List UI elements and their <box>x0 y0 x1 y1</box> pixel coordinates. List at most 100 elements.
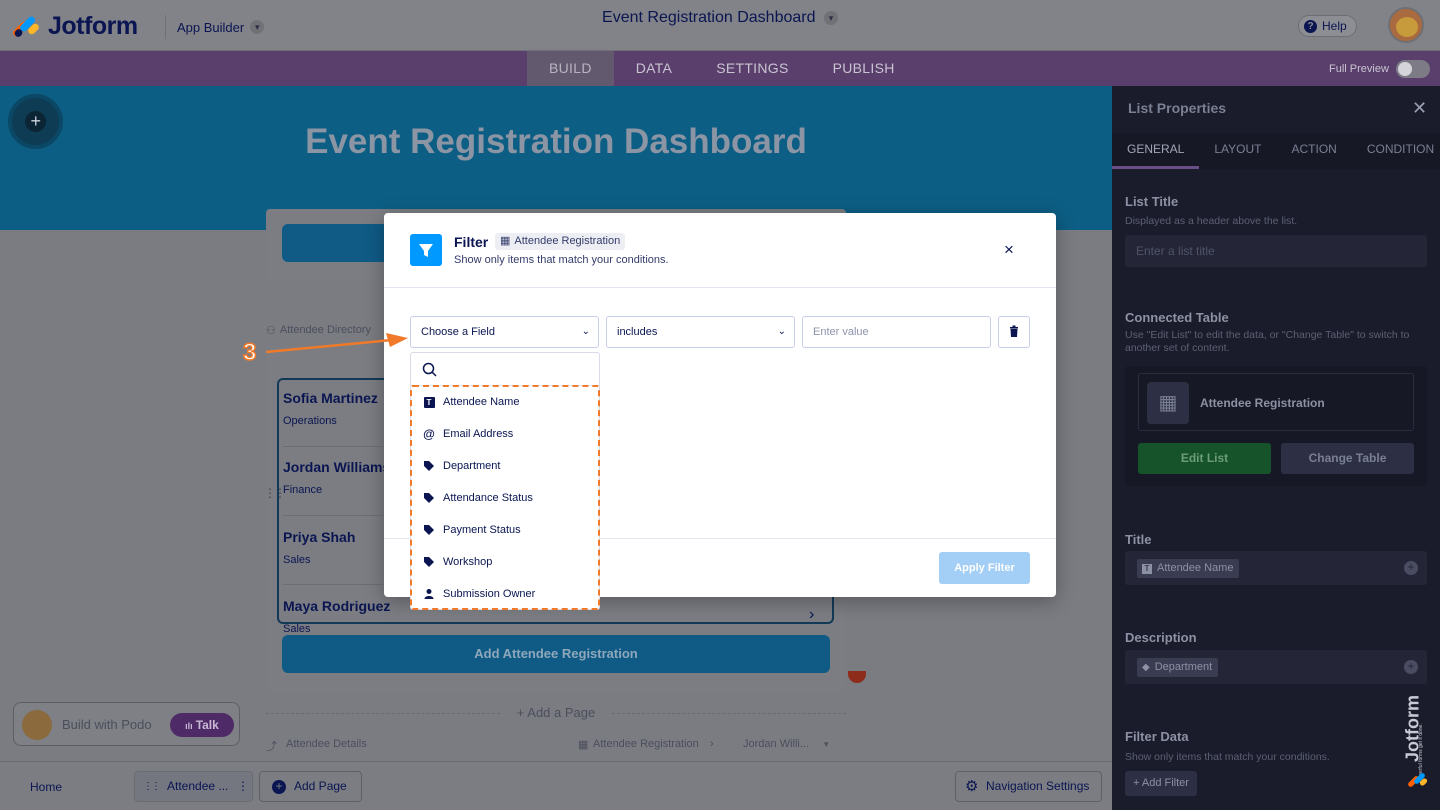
list-item-name: Maya Rodriguez <box>283 598 391 614</box>
panel-tabs: GENERAL LAYOUT ACTION CONDITION <box>1112 133 1440 169</box>
apply-filter-button[interactable]: Apply Filter <box>939 552 1030 584</box>
option-department[interactable]: Department <box>423 456 500 476</box>
page-attendee-label: Attendee ... <box>167 779 229 793</box>
list-item[interactable]: Jordan Williams Finance <box>283 459 393 496</box>
navigation-settings-button[interactable]: ⚙ Navigation Settings <box>955 771 1102 802</box>
field-dropdown: T Attendee Name @ Email Address Departme… <box>410 352 600 610</box>
list-item[interactable]: Maya Rodriguez Sales <box>283 598 393 635</box>
filter-data-heading: Filter Data <box>1125 729 1189 744</box>
list-item[interactable]: Sofia Martinez Operations <box>283 390 393 427</box>
option-email-address[interactable]: @ Email Address <box>423 424 513 444</box>
add-a-page-link[interactable]: + Add a Page <box>266 705 846 720</box>
talk-label: Talk <box>195 718 219 732</box>
close-icon[interactable]: ✕ <box>1412 98 1427 119</box>
drag-handle-icon[interactable]: ⋮⋮ <box>264 486 286 500</box>
dialog-title: Filter <box>454 234 489 250</box>
chevron-down-icon: ⌄ <box>581 326 590 337</box>
filter-icon <box>410 234 442 266</box>
dropdown-search-input[interactable] <box>411 353 599 386</box>
filter-data-desc: Show only items that match your conditio… <box>1125 751 1330 763</box>
title-field[interactable]: T Attendee Name + <box>1125 551 1427 585</box>
list-divider <box>283 584 383 585</box>
value-input[interactable]: Enter value <box>802 316 991 348</box>
list-item-name: Jordan Williams <box>283 459 391 475</box>
step-number: 3 <box>242 338 257 367</box>
description-tag-label: Department <box>1154 661 1213 673</box>
add-filter-button[interactable]: + Add Filter <box>1125 771 1197 796</box>
list-properties-panel: List Properties ✕ GENERAL LAYOUT ACTION … <box>1112 86 1440 810</box>
help-button[interactable]: ? Help <box>1298 15 1357 37</box>
dialog-divider <box>384 287 1056 288</box>
add-field-icon[interactable]: + <box>1404 660 1418 674</box>
add-page-label: Add Page <box>294 779 347 793</box>
tab-settings[interactable]: SETTINGS <box>694 51 810 86</box>
tab-action[interactable]: ACTION <box>1276 133 1351 169</box>
option-workshop[interactable]: Workshop <box>423 552 492 572</box>
navigation-settings-label: Navigation Settings <box>986 779 1090 793</box>
add-element-button[interactable]: + <box>8 94 63 149</box>
page-bar: Home ⋮⋮ Attendee ... ⋮ + Add Page ⚙ Navi… <box>0 761 1112 810</box>
plus-icon: + <box>25 111 46 132</box>
field-select[interactable]: Choose a Field ⌄ <box>410 316 599 348</box>
builder-nav-bar: BUILD DATA SETTINGS PUBLISH Full Preview <box>0 51 1440 86</box>
list-title-input[interactable]: Enter a list title <box>1125 235 1427 267</box>
option-payment-status[interactable]: Payment Status <box>423 520 521 540</box>
top-bar: Jotform App Builder ▾ Event Registration… <box>0 0 1440 51</box>
connected-table-box: ▦ Attendee Registration Edit List Change… <box>1125 366 1427 486</box>
connected-table-card: ▦ Attendee Registration <box>1138 373 1414 431</box>
builder-tabs: BUILD DATA SETTINGS PUBLISH <box>527 51 917 86</box>
app-title-text: Event Registration Dashboard <box>602 9 816 26</box>
connected-table-heading: Connected Table <box>1125 310 1229 325</box>
chevron-down-icon[interactable]: ▾ <box>824 739 829 750</box>
table-icon: ▦ <box>500 235 511 247</box>
table-badge-label: Attendee Registration <box>514 235 621 247</box>
option-attendance-status[interactable]: Attendance Status <box>423 488 533 508</box>
podo-assistant[interactable]: Build with Podo ılı Talk <box>13 702 240 746</box>
element-badge-icon <box>848 671 866 683</box>
tab-build[interactable]: BUILD <box>527 51 614 86</box>
tab-condition[interactable]: CONDITION <box>1352 133 1440 169</box>
change-table-button[interactable]: Change Table <box>1281 443 1414 474</box>
description-tag[interactable]: ◆ Department <box>1137 658 1219 677</box>
edit-list-button[interactable]: Edit List <box>1138 443 1271 474</box>
user-avatar[interactable] <box>1388 7 1424 43</box>
list-item-name: Sofia Martinez <box>283 390 378 406</box>
panel-title: List Properties <box>1128 100 1227 116</box>
avatar-face-icon <box>1396 17 1418 37</box>
page-home[interactable]: Home <box>30 780 62 794</box>
talk-button[interactable]: ılı Talk <box>170 713 234 737</box>
option-attendee-name[interactable]: T Attendee Name <box>423 392 519 412</box>
list-item-department: Operations <box>283 415 337 427</box>
add-field-icon[interactable]: + <box>1404 561 1418 575</box>
list-divider <box>283 515 383 516</box>
option-label: Department <box>443 460 501 472</box>
more-icon[interactable]: ⋮ <box>237 772 249 801</box>
list-item[interactable]: Priya Shah Sales <box>283 529 393 566</box>
full-preview-toggle[interactable] <box>1396 60 1430 78</box>
list-item-name: Priya Shah <box>283 529 356 545</box>
tab-data[interactable]: DATA <box>614 51 694 86</box>
option-submission-owner[interactable]: Submission Owner <box>423 584 535 604</box>
table-icon: ▦ <box>578 739 589 751</box>
operator-select[interactable]: includes ⌄ <box>606 316 795 348</box>
app-title[interactable]: Event Registration Dashboard ▾ <box>0 9 1440 27</box>
close-icon[interactable]: × <box>1004 239 1014 261</box>
audio-icon: ılı <box>185 721 193 731</box>
list-item-department: Finance <box>283 484 323 496</box>
tab-general[interactable]: GENERAL <box>1112 133 1200 169</box>
chevron-down-icon: ▾ <box>823 10 838 25</box>
list-title-heading: List Title <box>1125 194 1179 209</box>
search-icon <box>422 362 437 377</box>
table-icon: ▦ <box>1147 382 1189 424</box>
gear-icon: ⚙ <box>965 778 979 795</box>
tab-publish[interactable]: PUBLISH <box>811 51 917 86</box>
description-field[interactable]: ◆ Department + <box>1125 650 1427 684</box>
add-page-button[interactable]: + Add Page <box>259 771 362 802</box>
tag-icon <box>423 524 435 536</box>
delete-condition-button[interactable] <box>998 316 1030 348</box>
page-attendee[interactable]: ⋮⋮ Attendee ... ⋮ <box>134 771 253 802</box>
add-registration-button[interactable]: Add Attendee Registration <box>282 635 830 673</box>
podo-label: Build with Podo <box>62 717 152 732</box>
tab-layout[interactable]: LAYOUT <box>1199 133 1276 169</box>
title-tag[interactable]: T Attendee Name <box>1137 559 1240 578</box>
